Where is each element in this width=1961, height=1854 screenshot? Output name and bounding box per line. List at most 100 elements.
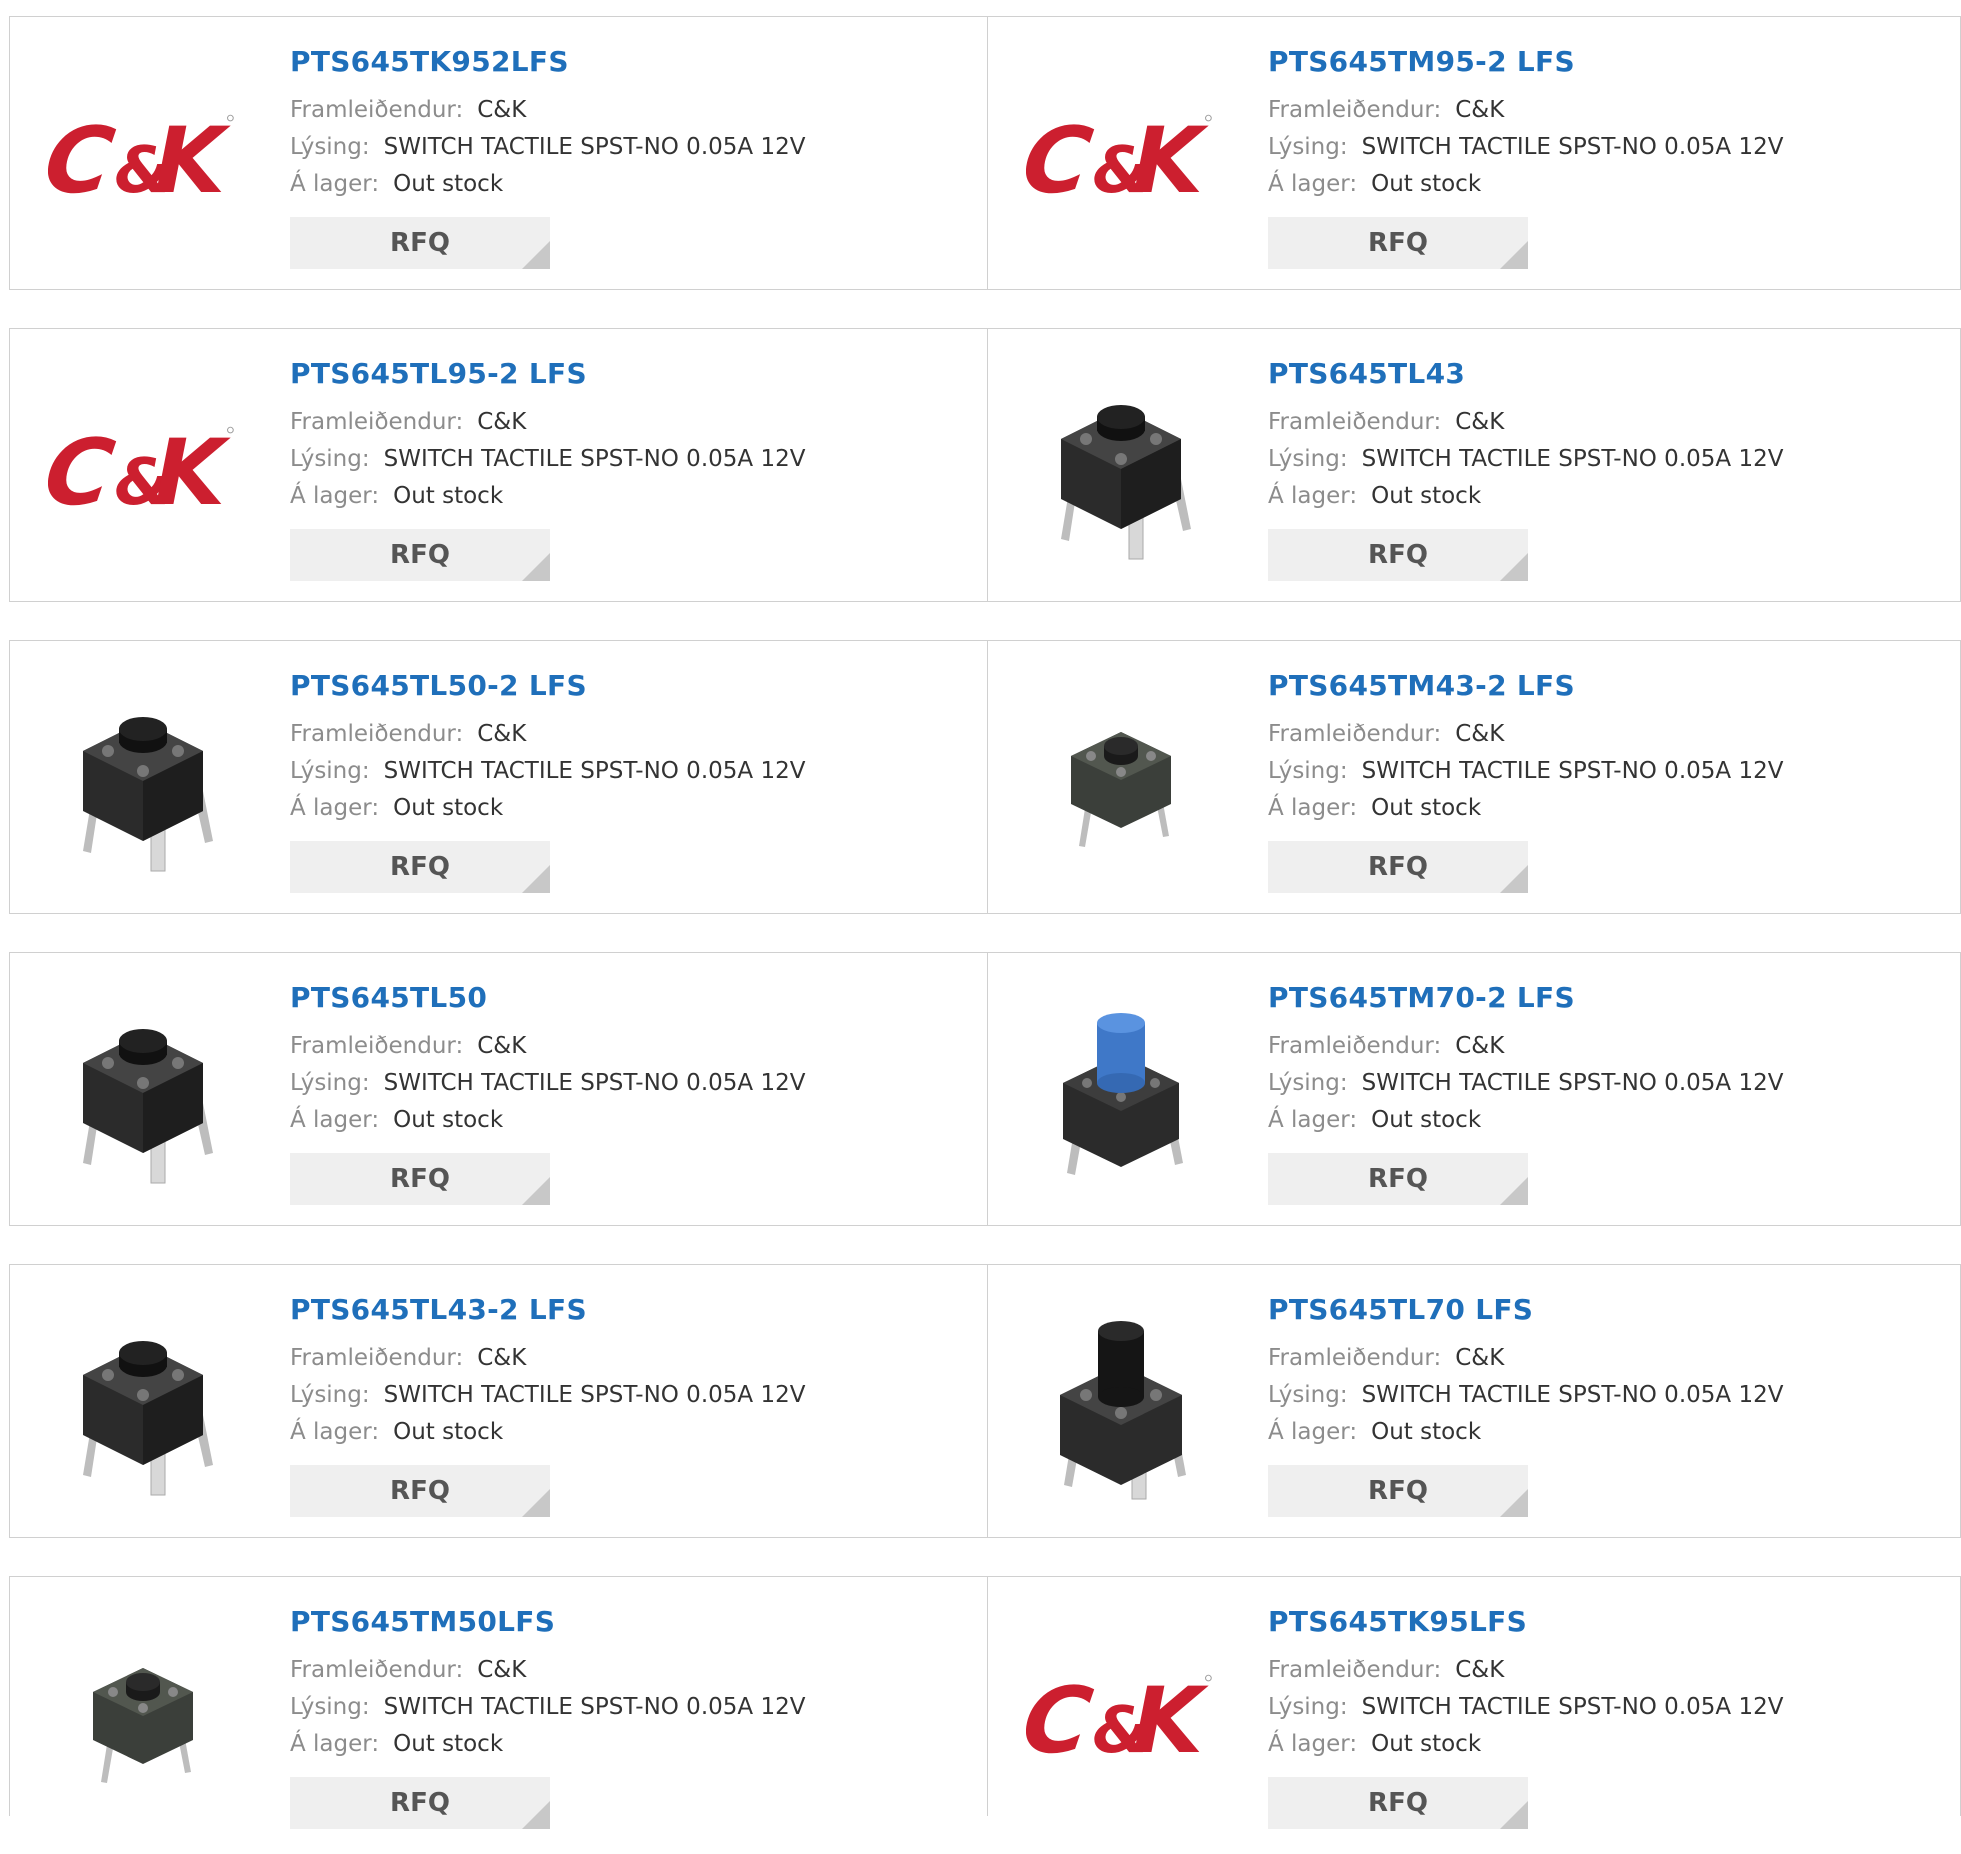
tactile-switch-black-icon [83, 1029, 213, 1184]
product-title-link[interactable]: PTS645TM43-2 LFS [1268, 669, 1783, 702]
manufacturer-label: Framleiðendur: [290, 97, 464, 123]
product-info: PTS645TL50-2 LFS Framleiðendur: C&K Lýsin… [290, 669, 805, 893]
product-title-link[interactable]: PTS645TK95LFS [1268, 1605, 1783, 1638]
stock-value: Out stock [393, 483, 504, 509]
product-title-link[interactable]: PTS645TL43-2 LFS [290, 1293, 805, 1326]
product-title-link[interactable]: PTS645TL50 [290, 981, 805, 1014]
stock-label: Á lager: [290, 1419, 380, 1445]
stock-row: Á lager: Out stock [1268, 1726, 1783, 1763]
rfq-label: RFQ [390, 1164, 450, 1194]
product-title-link[interactable]: PTS645TL70 LFS [1268, 1293, 1783, 1326]
rfq-button[interactable]: RFQ [290, 1777, 550, 1829]
description-value: SWITCH TACTILE SPST-NO 0.05A 12V [1361, 758, 1784, 784]
manufacturer-row: Framleiðendur: C&K [290, 92, 805, 129]
description-value: SWITCH TACTILE SPST-NO 0.05A 12V [383, 1382, 806, 1408]
manufacturer-row: Framleiðendur: C&K [290, 716, 805, 753]
description-label: Lýsing: [290, 134, 370, 160]
product-card: C & K PTS645TK952LFS Framleiðendur: C&K Lýs… [9, 16, 988, 290]
tactile-switch-black-icon [83, 1341, 213, 1496]
manufacturer-value: C&K [477, 1033, 527, 1059]
product-card: PTS645TM43-2 LFS Framleiðendur: C&K Lýsin… [988, 640, 1961, 914]
manufacturer-row: Framleiðendur: C&K [1268, 1340, 1783, 1377]
description-row: Lýsing: SWITCH TACTILE SPST-NO 0.05A 12V [1268, 753, 1783, 790]
tactile-switch-blue-icon [1063, 1013, 1183, 1175]
rfq-label: RFQ [390, 852, 450, 882]
product-card: PTS645TM70-2 LFS Framleiðendur: C&K Lýsin… [988, 952, 1961, 1226]
description-label: Lýsing: [1268, 134, 1348, 160]
product-title-link[interactable]: PTS645TL43 [1268, 357, 1783, 390]
stock-label: Á lager: [290, 483, 380, 509]
manufacturer-value: C&K [477, 97, 527, 123]
product-title-link[interactable]: PTS645TL95-2 LFS [290, 357, 805, 390]
rfq-button[interactable]: RFQ [290, 1153, 550, 1205]
stock-row: Á lager: Out stock [1268, 1414, 1783, 1451]
stock-value: Out stock [393, 1107, 504, 1133]
product-title-link[interactable]: PTS645TM50LFS [290, 1605, 805, 1638]
rfq-button[interactable]: RFQ [1268, 217, 1528, 269]
rfq-button[interactable]: RFQ [290, 529, 550, 581]
description-row: Lýsing: SWITCH TACTILE SPST-NO 0.05A 12V [290, 1689, 805, 1726]
rfq-corner-decoration [522, 241, 550, 269]
product-card: PTS645TM50LFS Framleiðendur: C&K Lýsing: S… [9, 1576, 988, 1829]
product-image[interactable] [1026, 681, 1216, 881]
tactile-switch-black-icon [83, 717, 213, 872]
product-title-link[interactable]: PTS645TM70-2 LFS [1268, 981, 1783, 1014]
stock-label: Á lager: [290, 1731, 380, 1757]
manufacturer-row: Framleiðendur: C&K [1268, 716, 1783, 753]
rfq-button[interactable]: RFQ [1268, 1153, 1528, 1205]
manufacturer-label: Framleiðendur: [290, 1657, 464, 1683]
product-title-link[interactable]: PTS645TL50-2 LFS [290, 669, 805, 702]
stock-label: Á lager: [1268, 795, 1358, 821]
description-row: Lýsing: SWITCH TACTILE SPST-NO 0.05A 12V [1268, 129, 1783, 166]
rfq-button[interactable]: RFQ [1268, 529, 1528, 581]
tactile-switch-black-icon [1061, 405, 1191, 560]
description-value: SWITCH TACTILE SPST-NO 0.05A 12V [383, 758, 806, 784]
product-image[interactable]: C & K [48, 57, 238, 257]
rfq-button[interactable]: RFQ [290, 841, 550, 893]
ck-logo-icon: C &K [1026, 107, 1215, 212]
product-image[interactable] [1026, 1305, 1216, 1505]
rfq-button[interactable]: RFQ [290, 217, 550, 269]
product-image[interactable]: C & K [1026, 1617, 1216, 1817]
rfq-button[interactable]: RFQ [290, 1465, 550, 1517]
manufacturer-value: C&K [1455, 1657, 1505, 1683]
svg-text:C: C [48, 420, 120, 524]
product-grid: C & K PTS645TK952LFS Framleiðendur: C&K Lýs… [9, 16, 1961, 1854]
description-row: Lýsing: SWITCH TACTILE SPST-NO 0.05A 12V [290, 129, 805, 166]
product-image[interactable]: C & K [1026, 57, 1216, 257]
description-row: Lýsing: SWITCH TACTILE SPST-NO 0.05A 12V [290, 1065, 805, 1102]
svg-text:C: C [1026, 108, 1098, 212]
manufacturer-label: Framleiðendur: [1268, 409, 1442, 435]
stock-value: Out stock [393, 1731, 504, 1757]
product-image[interactable] [48, 993, 238, 1193]
stock-row: Á lager: Out stock [1268, 1102, 1783, 1139]
product-image[interactable] [48, 1617, 238, 1817]
product-image[interactable] [48, 681, 238, 881]
product-image[interactable] [1026, 369, 1216, 569]
rfq-label: RFQ [1368, 1788, 1428, 1818]
manufacturer-row: Framleiðendur: C&K [1268, 92, 1783, 129]
rfq-corner-decoration [522, 553, 550, 581]
stock-row: Á lager: Out stock [290, 1102, 805, 1139]
manufacturer-value: C&K [1455, 1345, 1505, 1371]
rfq-label: RFQ [390, 228, 450, 258]
rfq-button[interactable]: RFQ [1268, 841, 1528, 893]
product-image[interactable] [48, 1305, 238, 1505]
manufacturer-label: Framleiðendur: [290, 409, 464, 435]
product-image[interactable]: C & K [48, 369, 238, 569]
rfq-button[interactable]: RFQ [1268, 1465, 1528, 1517]
manufacturer-label: Framleiðendur: [290, 721, 464, 747]
stock-value: Out stock [393, 171, 504, 197]
stock-label: Á lager: [1268, 483, 1358, 509]
rfq-corner-decoration [1500, 553, 1528, 581]
product-info: PTS645TM50LFS Framleiðendur: C&K Lýsing: S… [290, 1605, 805, 1829]
svg-text:C: C [1026, 1668, 1098, 1772]
description-row: Lýsing: SWITCH TACTILE SPST-NO 0.05A 12V [290, 753, 805, 790]
rfq-button[interactable]: RFQ [1268, 1777, 1528, 1829]
stock-value: Out stock [1371, 483, 1482, 509]
product-title-link[interactable]: PTS645TM95-2 LFS [1268, 45, 1783, 78]
product-image[interactable] [1026, 993, 1216, 1193]
stock-label: Á lager: [1268, 1419, 1358, 1445]
product-title-link[interactable]: PTS645TK952LFS [290, 45, 805, 78]
product-card: PTS645TL50-2 LFS Framleiðendur: C&K Lýsin… [9, 640, 988, 914]
